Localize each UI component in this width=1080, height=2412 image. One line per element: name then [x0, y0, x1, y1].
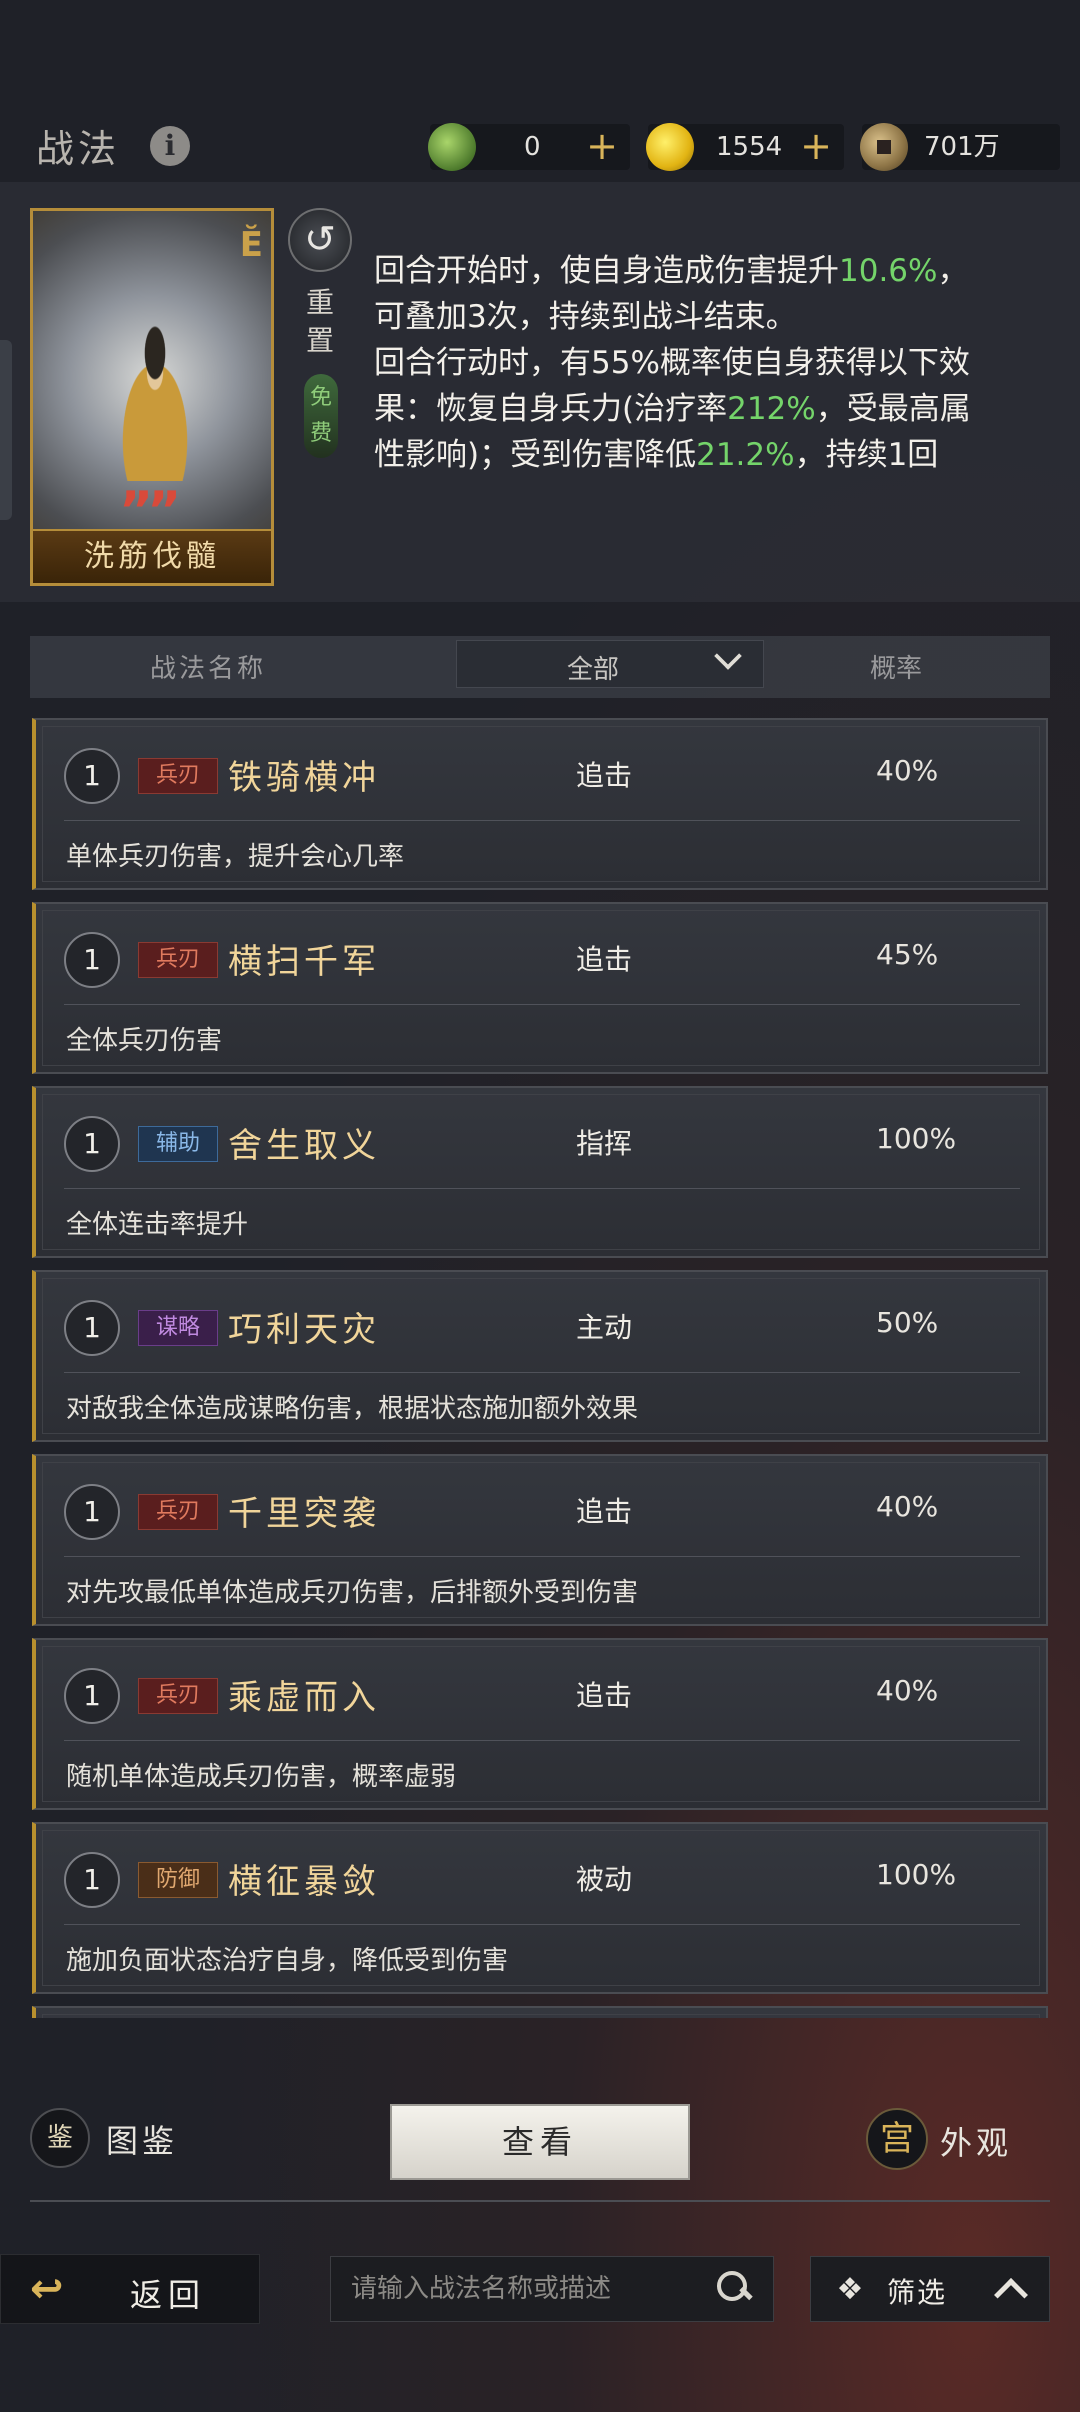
tactic-summary: 全体兵刃伤害 — [66, 1026, 223, 1056]
tactic-summary: 对敌我全体造成谋略伤害，根据状态施加额外效果 — [66, 1394, 639, 1424]
add-jade-button[interactable]: + — [586, 124, 618, 168]
tactic-type: 追击 — [576, 759, 633, 792]
divider — [64, 1556, 1020, 1557]
info-icon[interactable]: i — [150, 126, 190, 166]
tactic-summary: 全体连击率提升 — [66, 1210, 249, 1240]
tactic-name: 乘虚而入 — [228, 1678, 380, 1718]
chevron-down-icon — [714, 642, 742, 670]
filter-label: 筛选 — [887, 2276, 948, 2309]
category-tag: 辅助 — [138, 1126, 218, 1162]
tactic-card[interactable]: Ĕ ”” 洗筋伐髓 — [30, 208, 274, 586]
diamond-filter-icon: ❖ — [836, 2272, 864, 2307]
divider — [64, 1372, 1020, 1373]
category-tag: 兵刃 — [138, 1494, 218, 1530]
book-icon[interactable]: 鉴 — [30, 2108, 90, 2168]
filter-button[interactable]: ❖ 筛选 — [810, 2256, 1050, 2322]
jade-currency: 0 + — [428, 123, 630, 171]
tactic-name: 横扫千军 — [228, 942, 380, 982]
tactic-rate: 40% — [876, 1490, 939, 1523]
codex-label[interactable]: 图鉴 — [106, 2116, 178, 2162]
tactic-row[interactable]: 1 兵刃 铁骑横冲 追击 40% 单体兵刃伤害，提升会心几率 — [32, 718, 1048, 890]
tactic-list[interactable]: 1 兵刃 铁骑横冲 追击 40% 单体兵刃伤害，提升会心几率 1 兵刃 横扫千军… — [32, 718, 1048, 2018]
level-badge: 1 — [64, 1852, 120, 1908]
tactic-row[interactable]: 1 兵刃 千里突袭 追击 40% 对先攻最低单体造成兵刃伤害，后排额外受到伤害 — [32, 1454, 1048, 1626]
tactic-name: 千里突袭 — [228, 1494, 380, 1534]
tactic-type: 主动 — [576, 1311, 633, 1344]
chevron-up-icon — [994, 2278, 1028, 2312]
tactic-name: 巧利天灾 — [228, 1310, 380, 1350]
divider — [30, 2200, 1050, 2202]
tactic-type: 指挥 — [576, 1127, 633, 1160]
category-filter-dropdown[interactable]: 全部 — [456, 640, 764, 688]
view-button[interactable]: 查看 — [390, 2104, 690, 2180]
tactic-summary: 单体兵刃伤害，提升会心几率 — [66, 842, 405, 872]
back-arrow-icon[interactable]: ↩ — [30, 2269, 100, 2309]
page-title: 战法 — [36, 127, 121, 171]
gold-coin-icon — [646, 123, 694, 171]
tactic-row-partial[interactable] — [32, 2006, 1048, 2018]
column-rate: 概率 — [870, 654, 923, 684]
jade-coin-icon — [428, 123, 476, 171]
tactic-name: 铁骑横冲 — [228, 758, 380, 798]
search-input[interactable] — [351, 2269, 691, 2309]
tactic-row[interactable]: 1 兵刃 乘虚而入 追击 40% 随机单体造成兵刃伤害，概率虚弱 — [32, 1638, 1048, 1810]
tactic-type: 追击 — [576, 1679, 633, 1712]
tactic-rate: 40% — [876, 1674, 939, 1707]
gold-currency: 1554 + — [646, 123, 844, 171]
level-badge: 1 — [64, 1300, 120, 1356]
copper-currency: 701万 — [860, 123, 1060, 171]
category-tag: 兵刃 — [138, 942, 218, 978]
level-badge: 1 — [64, 1116, 120, 1172]
level-badge: 1 — [64, 932, 120, 988]
tactic-row[interactable]: 1 辅助 舍生取义 指挥 100% 全体连击率提升 — [32, 1086, 1048, 1258]
free-badge: 免费 — [304, 374, 338, 458]
pavilion-icon[interactable]: 宫 — [866, 2108, 928, 2170]
tactic-type: 被动 — [576, 1863, 633, 1896]
tactic-name: 横征暴敛 — [228, 1862, 380, 1902]
rank-flag-icon: Ĕ — [239, 225, 263, 265]
divider — [64, 1004, 1020, 1005]
tactic-summary: 对先攻最低单体造成兵刃伤害，后排额外受到伤害 — [66, 1578, 639, 1608]
level-badge: 1 — [64, 1484, 120, 1540]
copper-coin-icon — [860, 123, 908, 171]
tactic-rate: 45% — [876, 938, 939, 971]
tactic-rate: 50% — [876, 1306, 939, 1339]
appearance-label[interactable]: 外观 — [940, 2118, 1012, 2164]
back-label[interactable]: 返回 — [130, 2270, 206, 2316]
category-tag: 兵刃 — [138, 758, 218, 794]
tactic-rate: 40% — [876, 754, 939, 787]
column-name: 战法名称 — [150, 654, 267, 684]
divider — [64, 1188, 1020, 1189]
tactic-type: 追击 — [576, 943, 633, 976]
category-tag: 谋略 — [138, 1310, 218, 1346]
card-name: 洗筋伐髓 — [33, 529, 271, 583]
category-tag: 防御 — [138, 1862, 218, 1898]
divider — [64, 1740, 1020, 1741]
reset-label[interactable]: 重置 — [302, 284, 338, 360]
reset-button[interactable]: ↺ — [288, 208, 352, 272]
tactic-row[interactable]: 1 防御 横征暴敛 被动 100% 施加负面状态治疗自身，降低受到伤害 — [32, 1822, 1048, 1994]
tactic-name: 舍生取义 — [228, 1126, 380, 1166]
divider — [64, 1924, 1020, 1925]
search-icon[interactable] — [717, 2271, 749, 2303]
tactic-row[interactable]: 1 兵刃 横扫千军 追击 45% 全体兵刃伤害 — [32, 902, 1048, 1074]
tactic-description: 回合开始时，使自身造成伤害提升10.6%，可叠加3次，持续到战斗结束。 回合行动… — [374, 253, 971, 473]
tactic-summary: 随机单体造成兵刃伤害，概率虚弱 — [66, 1762, 457, 1792]
tactic-row[interactable]: 1 谋略 巧利天灾 主动 50% 对敌我全体造成谋略伤害，根据状态施加额外效果 — [32, 1270, 1048, 1442]
tactic-summary: 施加负面状态治疗自身，降低受到伤害 — [66, 1946, 509, 1976]
search-box[interactable] — [330, 2256, 774, 2322]
tactic-rate: 100% — [876, 1858, 957, 1891]
sage-figure-art — [105, 321, 205, 481]
tactic-type: 追击 — [576, 1495, 633, 1528]
add-gold-button[interactable]: + — [800, 124, 832, 168]
divider — [64, 820, 1020, 821]
level-badge: 1 — [64, 1668, 120, 1724]
category-tag: 兵刃 — [138, 1678, 218, 1714]
tactic-rate: 100% — [876, 1122, 957, 1155]
level-badge: 1 — [64, 748, 120, 804]
